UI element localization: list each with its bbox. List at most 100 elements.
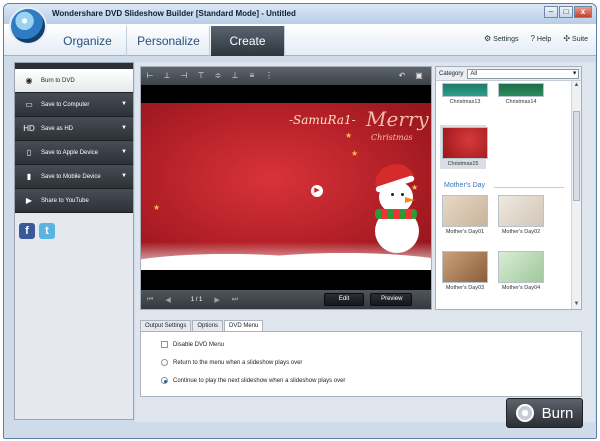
- page-indicator: 1 / 1: [190, 296, 203, 303]
- preview-button[interactable]: Preview: [370, 293, 413, 306]
- align-middle-icon[interactable]: ≑: [213, 71, 223, 81]
- expand-arrow-icon: ▼: [121, 125, 127, 131]
- tab-create[interactable]: Create: [211, 26, 285, 56]
- tab-options[interactable]: Options: [192, 320, 224, 331]
- disable-menu-checkbox[interactable]: [161, 341, 168, 348]
- template-thumb-christmas14[interactable]: Christmas14: [498, 83, 544, 105]
- sidebar-item-label: Save to Computer: [41, 101, 90, 108]
- twitter-icon[interactable]: t: [39, 223, 55, 239]
- sidebar-item-youtube[interactable]: ▶ Share to YouTube: [15, 189, 133, 213]
- christmas-script-text: Christmas: [371, 133, 413, 142]
- menu-title-text[interactable]: -SamuRa1-: [289, 113, 356, 127]
- help-icon: ?: [530, 34, 535, 43]
- mobile-icon: ▮: [26, 171, 32, 181]
- scroll-up-icon[interactable]: ▲: [572, 81, 581, 90]
- template-label: Mother's Day04: [501, 285, 541, 291]
- sidebar-item-save-apple[interactable]: ▯ Save to Apple Device ▼: [15, 141, 133, 165]
- scroll-down-icon[interactable]: ▼: [572, 300, 581, 309]
- template-label: Christmas15: [447, 161, 479, 167]
- disable-menu-label: Disable DVD Menu: [173, 341, 225, 348]
- header-links: ⚙ Settings ? Help ✣ Suite: [484, 34, 588, 43]
- continue-play-option[interactable]: Continue to play the next slideshow when…: [161, 377, 345, 384]
- expand-arrow-icon: ▼: [121, 173, 127, 179]
- window-title: Wondershare DVD Slideshow Builder [Stand…: [52, 9, 296, 18]
- align-top-icon[interactable]: ⊤: [196, 71, 206, 81]
- tab-organize[interactable]: Organize: [49, 26, 127, 56]
- first-page-icon[interactable]: ⏮: [147, 296, 153, 304]
- last-page-icon[interactable]: ⏭: [232, 296, 238, 304]
- snowman-eye: [401, 193, 404, 196]
- template-thumb-mothers-day02[interactable]: Mother's Day02: [498, 195, 544, 235]
- help-link[interactable]: ? Help: [530, 34, 551, 43]
- align-right-icon[interactable]: ⊣: [179, 71, 189, 81]
- template-thumb-christmas13[interactable]: Christmas13: [442, 83, 488, 105]
- tab-personalize[interactable]: Personalize: [128, 26, 210, 56]
- template-thumb-christmas15[interactable]: Christmas15: [440, 125, 488, 169]
- close-button[interactable]: x: [574, 6, 592, 18]
- template-image: [442, 127, 488, 159]
- snowman-scarf: [375, 209, 417, 219]
- disable-menu-option[interactable]: Disable DVD Menu: [161, 341, 224, 348]
- distribute-vertical-icon[interactable]: ⋮: [264, 71, 274, 81]
- sidebar-item-save-mobile[interactable]: ▮ Save to Mobile Device ▼: [15, 165, 133, 189]
- category-dropdown[interactable]: All: [467, 68, 580, 79]
- template-thumb-mothers-day01[interactable]: Mother's Day01: [442, 195, 488, 235]
- social-links: f t: [19, 223, 55, 239]
- preview-controls: ⏮ ◀ 1 / 1 ▶ ⏭ Edit Preview: [141, 290, 431, 309]
- play-icon[interactable]: ▶: [311, 185, 323, 197]
- suite-icon: ✣: [563, 34, 571, 43]
- apple-device-icon: ▯: [26, 147, 32, 157]
- category-bar: Category All: [436, 67, 581, 81]
- template-image: [442, 83, 488, 97]
- continue-play-radio[interactable]: [161, 377, 168, 384]
- save-icon[interactable]: ▣: [414, 71, 424, 81]
- hd-icon: HD: [23, 123, 35, 133]
- align-bottom-icon[interactable]: ⊥: [230, 71, 240, 81]
- category-label: Category: [439, 70, 464, 77]
- scroll-thumb[interactable]: [573, 111, 580, 201]
- computer-icon: ▭: [25, 99, 33, 109]
- template-scrollbar[interactable]: ▲ ▼: [571, 81, 581, 309]
- template-panel: Category All Christmas13 Christmas14 Chr…: [435, 66, 582, 310]
- settings-tabs: Output Settings Options DVD Menu: [140, 320, 264, 331]
- sidebar-item-save-hd[interactable]: HD Save as HD ▼: [15, 117, 133, 141]
- settings-link[interactable]: ⚙ Settings: [484, 34, 518, 43]
- return-menu-radio[interactable]: [161, 359, 168, 366]
- distribute-horizontal-icon[interactable]: ≡: [247, 71, 257, 81]
- align-center-icon[interactable]: ⊥: [162, 71, 172, 81]
- snowman-nose: [405, 197, 415, 203]
- maximize-button[interactable]: □: [559, 6, 573, 18]
- tab-output-settings[interactable]: Output Settings: [140, 320, 192, 331]
- facebook-icon[interactable]: f: [19, 223, 35, 239]
- template-thumb-mothers-day04[interactable]: Mother's Day04: [498, 251, 544, 291]
- christmas-menu-canvas: -SamuRa1- Merry Christmas ★ ★ ★ ★ ▶: [141, 103, 431, 270]
- burn-label: Burn: [541, 404, 574, 422]
- template-thumb-mothers-day03[interactable]: Mother's Day03: [442, 251, 488, 291]
- sidebar-item-burn-dvd[interactable]: ◉ Burn to DVD: [15, 69, 133, 93]
- title-bar: Wondershare DVD Slideshow Builder [Stand…: [4, 4, 596, 24]
- template-label: Mother's Day01: [445, 229, 485, 235]
- sidebar-item-label: Burn to DVD: [41, 77, 75, 84]
- output-sidebar: ◉ Burn to DVD ▭ Save to Computer ▼ HD Sa…: [14, 62, 134, 420]
- tab-dvd-menu[interactable]: DVD Menu: [224, 320, 264, 331]
- burn-button[interactable]: Burn: [506, 398, 583, 428]
- menu-edit-panel: ⊢ ⊥ ⊣ ⊤ ≑ ⊥ ≡ ⋮ ↶ ▣ -SamuRa1- Merry Chri…: [140, 66, 432, 310]
- align-left-icon[interactable]: ⊢: [145, 71, 155, 81]
- suite-link[interactable]: ✣ Suite: [563, 34, 588, 43]
- next-page-icon[interactable]: ▶: [214, 296, 219, 304]
- prev-page-icon[interactable]: ◀: [165, 296, 170, 304]
- section-divider: [494, 187, 564, 188]
- template-image: [498, 83, 544, 97]
- edit-button[interactable]: Edit: [324, 293, 365, 306]
- template-image: [442, 251, 488, 283]
- minimize-button[interactable]: –: [544, 6, 558, 18]
- return-menu-option[interactable]: Return to the menu when a slideshow play…: [161, 359, 302, 366]
- sidebar-item-save-computer[interactable]: ▭ Save to Computer ▼: [15, 93, 133, 117]
- undo-icon[interactable]: ↶: [397, 71, 407, 81]
- section-title: Mother's Day: [444, 182, 486, 189]
- continue-play-label: Continue to play the next slideshow when…: [173, 377, 346, 384]
- star-icon: ★: [351, 149, 359, 158]
- align-toolbar: ⊢ ⊥ ⊣ ⊤ ≑ ⊥ ≡ ⋮ ↶ ▣: [141, 67, 431, 85]
- gear-icon: ⚙: [484, 34, 492, 43]
- template-image: [442, 195, 488, 227]
